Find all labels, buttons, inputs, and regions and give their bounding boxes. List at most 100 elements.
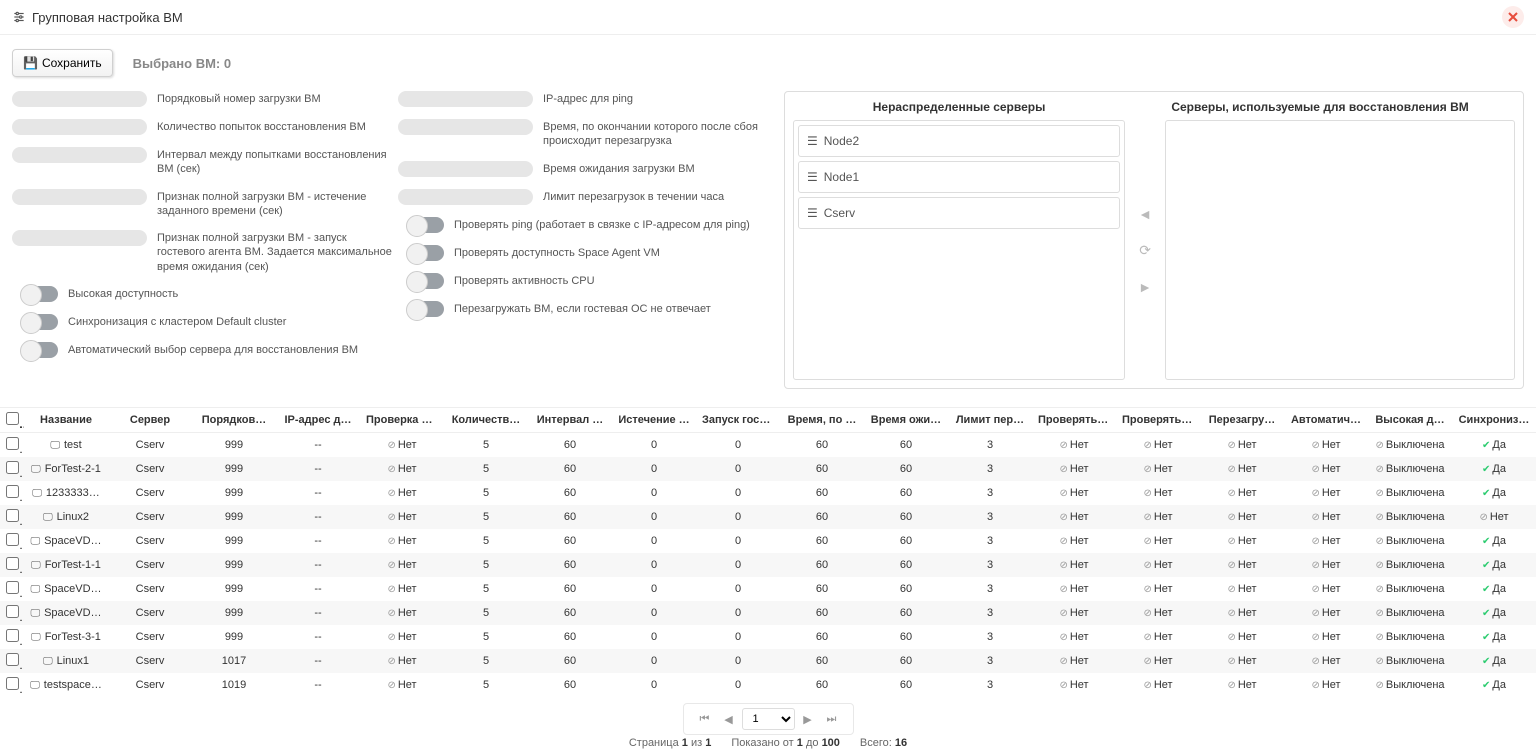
cell-server: Cserv (108, 457, 192, 481)
text-input[interactable] (398, 189, 533, 205)
column-header[interactable]: Порядков… (192, 408, 276, 433)
column-header[interactable]: Запуск гост… (696, 408, 780, 433)
toggle-switch[interactable] (408, 245, 444, 261)
row-checkbox[interactable] (6, 653, 19, 666)
column-header[interactable]: IP-адрес д… (276, 408, 360, 433)
row-checkbox[interactable] (6, 461, 19, 474)
table-row[interactable]: 🖵1233333… Cserv 999 -- ⊘Нет 5 60 0 0 60 … (0, 481, 1536, 505)
column-header[interactable]: Истечение … (612, 408, 696, 433)
vm-name-cell: 🖵SpaceVD… (30, 535, 101, 547)
cell-reboot: ⊘Нет (1200, 433, 1284, 458)
recovery-server-list[interactable] (1165, 120, 1515, 380)
denied-icon: ⊘ (1059, 488, 1067, 499)
toggle-row: Перезагружать ВМ, если гостевая ОС не от… (408, 301, 778, 317)
table-row[interactable]: 🖵SpaceVD… Cserv 999 -- ⊘Нет 5 60 0 0 60 … (0, 601, 1536, 625)
column-header[interactable]: Высокая д… (1368, 408, 1452, 433)
cell-reboot: ⊘Нет (1200, 481, 1284, 505)
table-row[interactable]: 🖵ForTest-2-1 Cserv 999 -- ⊘Нет 5 60 0 0 … (0, 457, 1536, 481)
column-header[interactable]: Время ожи… (864, 408, 948, 433)
row-checkbox[interactable] (6, 509, 19, 522)
pager-prev-button[interactable]: ◀ (718, 708, 740, 730)
toggle-switch[interactable] (408, 273, 444, 289)
server-item[interactable]: ☰Node2 (798, 125, 1120, 157)
row-checkbox[interactable] (6, 677, 19, 690)
server-item[interactable]: ☰Cserv (798, 197, 1120, 229)
cell-guest: 0 (696, 577, 780, 601)
denied-icon: ⊘ (1375, 680, 1383, 691)
column-header[interactable]: Название (24, 408, 108, 433)
denied-icon: ⊘ (387, 536, 395, 547)
table-row[interactable]: 🖵test Cserv 999 -- ⊘Нет 5 60 0 0 60 60 3… (0, 433, 1536, 458)
server-item[interactable]: ☰Node1 (798, 161, 1120, 193)
pager: ⏮ ◀ 1 ▶ ⏭ (683, 703, 854, 735)
text-input[interactable] (398, 91, 533, 107)
refresh-button[interactable]: ⟳ (1139, 242, 1151, 259)
field-label: Порядковый номер загрузки ВМ (157, 91, 321, 106)
column-header[interactable]: Автоматич… (1284, 408, 1368, 433)
cell-time-wait: 60 (864, 481, 948, 505)
cell-check-ping: ⊘Нет (360, 625, 444, 649)
text-input[interactable] (12, 119, 147, 135)
row-checkbox[interactable] (6, 557, 19, 570)
denied-icon: ⊘ (387, 632, 395, 643)
row-checkbox[interactable] (6, 605, 19, 618)
row-checkbox[interactable] (6, 437, 19, 450)
cell-check1: ⊘Нет (1032, 577, 1116, 601)
cell-auto: ⊘Нет (1284, 481, 1368, 505)
table-row[interactable]: 🖵testspace… Cserv 1019 -- ⊘Нет 5 60 0 0 … (0, 673, 1536, 697)
column-header[interactable]: Время, по … (780, 408, 864, 433)
column-header[interactable]: Сервер (108, 408, 192, 433)
table-row[interactable]: 🖵SpaceVD… Cserv 999 -- ⊘Нет 5 60 0 0 60 … (0, 529, 1536, 553)
save-button[interactable]: 💾 Сохранить (12, 49, 113, 77)
move-left-button[interactable]: ◄ (1138, 206, 1152, 222)
row-checkbox[interactable] (6, 485, 19, 498)
column-header[interactable]: Лимит пер… (948, 408, 1032, 433)
window-title: Групповая настройка ВМ (32, 10, 183, 25)
move-right-button[interactable]: ► (1138, 279, 1152, 295)
column-header[interactable]: Количеств… (444, 408, 528, 433)
column-header[interactable]: Интервал … (528, 408, 612, 433)
toggle-switch[interactable] (22, 342, 58, 358)
table-row[interactable]: 🖵ForTest-1-1 Cserv 999 -- ⊘Нет 5 60 0 0 … (0, 553, 1536, 577)
pager-next-button[interactable]: ▶ (797, 708, 819, 730)
field-label: Количество попыток восстановления ВМ (157, 119, 366, 134)
column-header[interactable]: Проверять … (1032, 408, 1116, 433)
display-icon: 🖵 (50, 440, 60, 451)
denied-icon: ⊘ (1143, 632, 1151, 643)
pager-first-button[interactable]: ⏮ (694, 708, 716, 730)
column-header[interactable]: Проверка p… (360, 408, 444, 433)
table-row[interactable]: 🖵Linux2 Cserv 999 -- ⊘Нет 5 60 0 0 60 60… (0, 505, 1536, 529)
cell-time-wait: 60 (864, 673, 948, 697)
toggle-switch[interactable] (408, 301, 444, 317)
toggle-switch[interactable] (408, 217, 444, 233)
text-input[interactable] (12, 189, 147, 205)
row-checkbox[interactable] (6, 629, 19, 642)
row-checkbox[interactable] (6, 533, 19, 546)
pager-last-button[interactable]: ⏭ (821, 708, 843, 730)
cell-check2: ⊘Нет (1116, 649, 1200, 673)
text-input[interactable] (12, 91, 147, 107)
text-input[interactable] (398, 161, 533, 177)
cell-time-after: 60 (780, 553, 864, 577)
denied-icon: ⊘ (1143, 584, 1151, 595)
select-all-checkbox[interactable] (6, 412, 19, 425)
row-checkbox[interactable] (6, 581, 19, 594)
table-row[interactable]: 🖵SpaceVD… Cserv 999 -- ⊘Нет 5 60 0 0 60 … (0, 577, 1536, 601)
close-button[interactable] (1502, 6, 1524, 28)
cell-time-after: 60 (780, 577, 864, 601)
toggle-switch[interactable] (22, 314, 58, 330)
text-input[interactable] (398, 119, 533, 135)
text-input[interactable] (12, 147, 147, 163)
toggle-switch[interactable] (22, 286, 58, 302)
cell-expire: 0 (612, 433, 696, 458)
servers-left-header: Нераспределенные серверы (793, 100, 1125, 114)
text-input[interactable] (12, 230, 147, 246)
column-header[interactable] (0, 408, 24, 433)
denied-icon: ⊘ (387, 560, 395, 571)
table-row[interactable]: 🖵Linux1 Cserv 1017 -- ⊘Нет 5 60 0 0 60 6… (0, 649, 1536, 673)
column-header[interactable]: Синхрониз… (1452, 408, 1536, 433)
column-header[interactable]: Проверять … (1116, 408, 1200, 433)
pager-page-select[interactable]: 1 (742, 708, 795, 730)
column-header[interactable]: Перезагру… (1200, 408, 1284, 433)
table-row[interactable]: 🖵ForTest-3-1 Cserv 999 -- ⊘Нет 5 60 0 0 … (0, 625, 1536, 649)
